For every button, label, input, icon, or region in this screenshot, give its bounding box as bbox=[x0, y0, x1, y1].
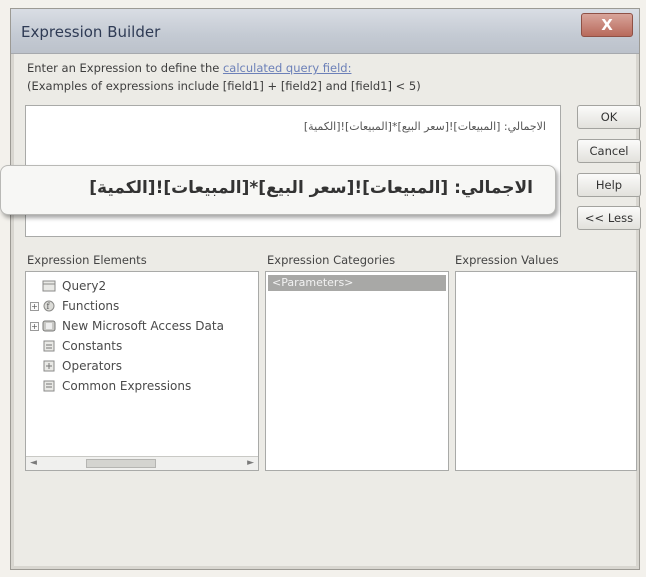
expression-elements-label: Expression Elements bbox=[27, 253, 147, 267]
database-icon bbox=[42, 320, 56, 332]
scroll-left-icon[interactable]: ◄ bbox=[30, 457, 37, 470]
constants-icon bbox=[43, 340, 55, 352]
calculated-field-link[interactable]: calculated query field: bbox=[223, 61, 352, 75]
instructions: Enter an Expression to define the calcul… bbox=[27, 59, 421, 95]
tree-item-database[interactable]: + New Microsoft Access Data bbox=[30, 316, 224, 336]
operators-icon bbox=[43, 360, 55, 372]
tree-item-constants[interactable]: Constants bbox=[30, 336, 122, 356]
functions-icon: f bbox=[43, 300, 55, 312]
instruction-line-1: Enter an Expression to define the bbox=[27, 61, 223, 75]
expression-values-list[interactable] bbox=[455, 271, 637, 471]
horizontal-scrollbar[interactable]: ◄ ► bbox=[26, 456, 258, 470]
tree-item-query2[interactable]: Query2 bbox=[30, 276, 106, 296]
help-button[interactable]: Help bbox=[577, 173, 641, 197]
dialog-title: Expression Builder bbox=[21, 23, 161, 41]
expression-elements-tree[interactable]: Query2 + f Functions + New Microsoft Acc… bbox=[25, 271, 259, 471]
tree-item-common-expressions[interactable]: Common Expressions bbox=[30, 376, 191, 396]
list-item-parameters[interactable]: <Parameters> bbox=[268, 275, 446, 291]
close-button[interactable]: X bbox=[581, 13, 633, 37]
expand-icon[interactable]: + bbox=[30, 321, 39, 331]
scroll-right-icon[interactable]: ► bbox=[247, 457, 254, 470]
callout-expression-text: الاجمالي: [المبيعات]![سعر البيع]*[المبيع… bbox=[89, 178, 533, 198]
query-icon bbox=[42, 280, 56, 292]
tree-item-label: Functions bbox=[62, 299, 120, 313]
tree-item-label: New Microsoft Access Data bbox=[62, 319, 224, 333]
expression-builder-dialog: Expression Builder X Enter an Expression… bbox=[10, 8, 641, 570]
tree-item-label: Constants bbox=[62, 339, 123, 353]
tree-item-label: Operators bbox=[62, 359, 122, 373]
expression-zoom-callout: الاجمالي: [المبيعات]![سعر البيع]*[المبيع… bbox=[0, 165, 556, 215]
tree-item-functions[interactable]: + f Functions bbox=[30, 296, 119, 316]
tree-item-label: Common Expressions bbox=[62, 379, 192, 393]
expression-values-label: Expression Values bbox=[455, 253, 559, 267]
expression-categories-list[interactable]: <Parameters> bbox=[265, 271, 449, 471]
title-bar[interactable]: Expression Builder X bbox=[11, 9, 639, 54]
tree-item-label: Query2 bbox=[62, 279, 107, 293]
cancel-button[interactable]: Cancel bbox=[577, 139, 641, 163]
expand-icon[interactable]: + bbox=[30, 301, 39, 311]
ok-button[interactable]: OK bbox=[577, 105, 641, 129]
tree-item-operators[interactable]: Operators bbox=[30, 356, 122, 376]
close-icon: X bbox=[601, 16, 613, 34]
common-expressions-icon bbox=[43, 380, 55, 392]
expression-categories-label: Expression Categories bbox=[267, 253, 396, 267]
scrollbar-thumb[interactable] bbox=[86, 459, 156, 468]
instruction-line-2: (Examples of expressions include [field1… bbox=[27, 79, 421, 93]
expression-text: الاجمالي: [المبيعات]![سعر البيع]*[المبيع… bbox=[303, 120, 546, 133]
less-button[interactable]: << Less bbox=[577, 206, 641, 230]
